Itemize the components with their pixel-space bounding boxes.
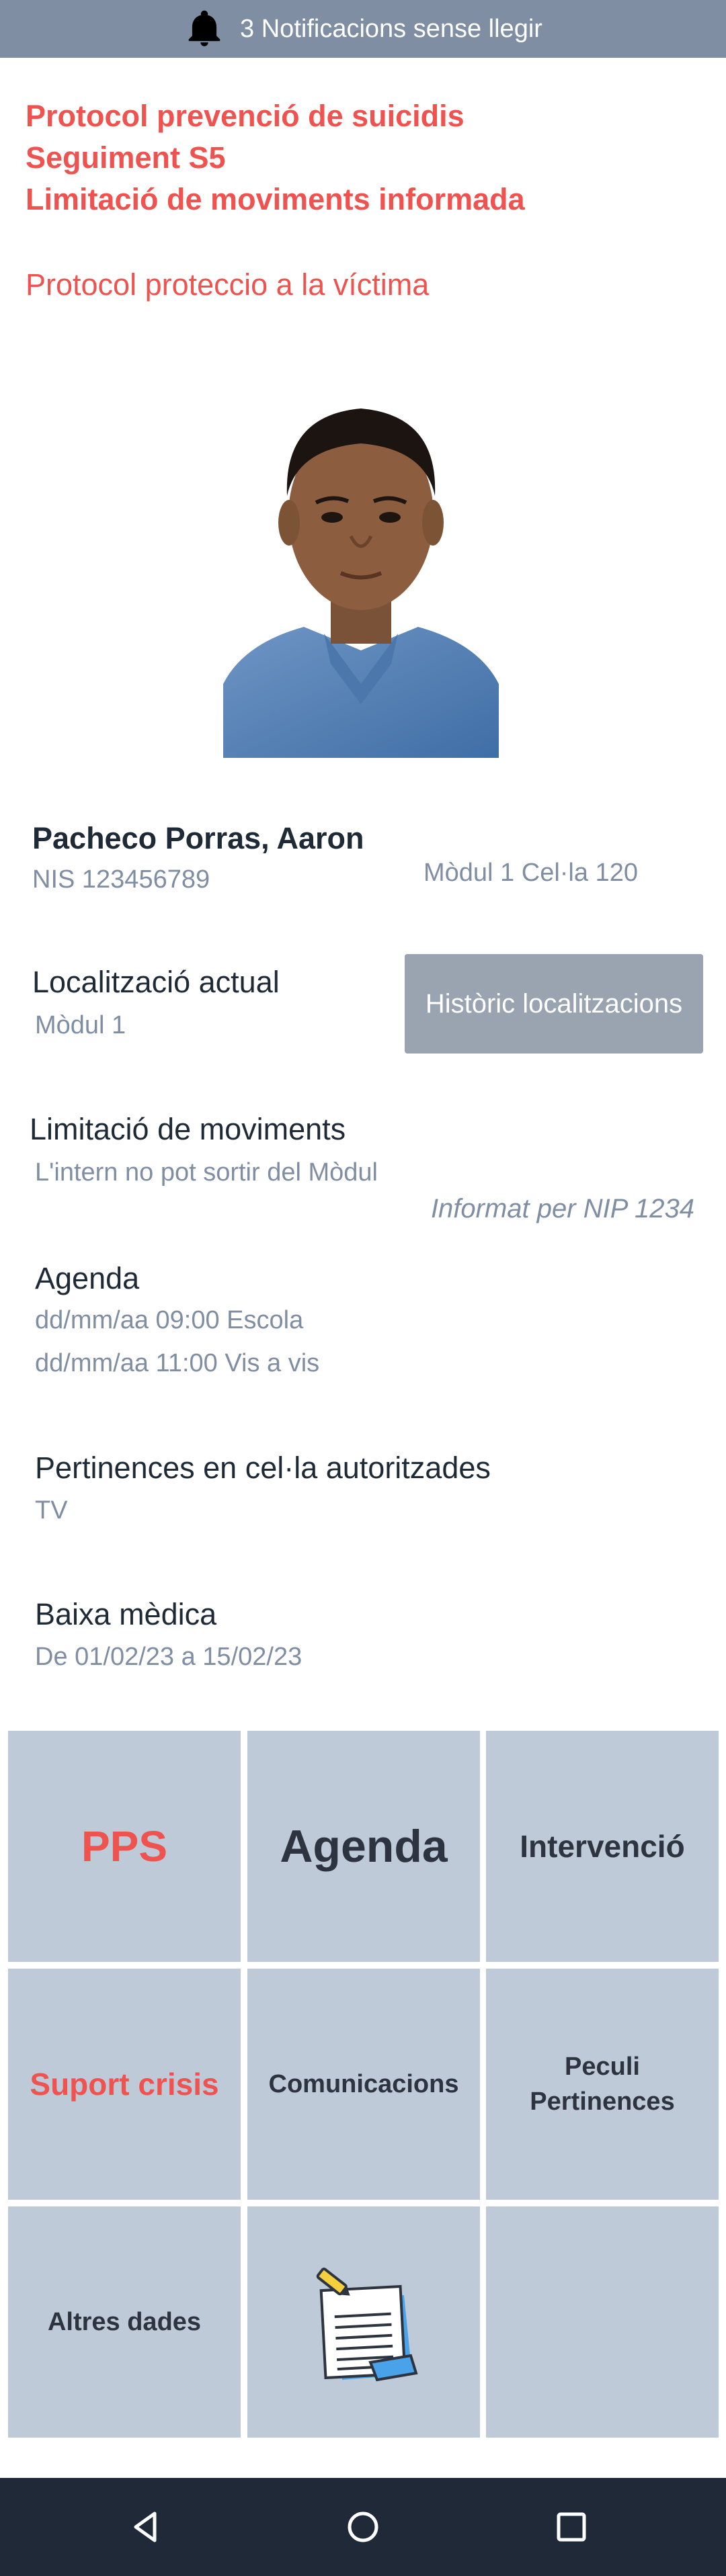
sick-leave-title: Baixa mèdica bbox=[35, 1597, 217, 1631]
tile-pps-label: PPS bbox=[81, 1822, 168, 1871]
belongings-value: TV bbox=[35, 1496, 68, 1525]
alert-movement-limit: Limitació de moviments informada bbox=[26, 182, 525, 216]
belongings-title: Pertinences en cel·la autoritzades bbox=[35, 1451, 491, 1485]
notepad-icon bbox=[316, 2268, 418, 2382]
alert-suicide-protocol: Protocol prevenció de suicidis bbox=[26, 99, 465, 133]
bell-icon bbox=[188, 10, 220, 46]
inmate-cell: Mòdul 1 Cel·la 120 bbox=[424, 859, 638, 887]
location-history-button[interactable]: Històric localitzacions bbox=[405, 954, 703, 1054]
tile-intervencio[interactable]: Intervenció bbox=[486, 1731, 719, 1962]
movement-value: L'intern no pot sortir del Mòdul bbox=[35, 1158, 378, 1187]
tile-altres-dades-label: Altres dades bbox=[47, 2307, 202, 2336]
menu-grid: PPS Agenda Intervenció Suport crisis Com… bbox=[8, 1731, 726, 2438]
inmate-photo bbox=[223, 368, 499, 758]
tile-agenda-label: Agenda bbox=[280, 1821, 448, 1872]
agenda-title: Agenda bbox=[35, 1261, 140, 1295]
alert-followup-s5: Seguiment S5 bbox=[26, 140, 226, 175]
tile-intervencio-label: Intervenció bbox=[520, 1829, 685, 1864]
inmate-name: Pacheco Porras, Aaron bbox=[32, 821, 364, 855]
tile-suport-crisis-label: Suport crisis bbox=[30, 2067, 219, 2102]
back-icon[interactable] bbox=[125, 2505, 168, 2548]
system-navigation-bar bbox=[0, 2478, 726, 2576]
sick-leave-value: De 01/02/23 a 15/02/23 bbox=[35, 1643, 302, 1671]
alert-list: Protocol prevenció de suicidis Seguiment… bbox=[26, 95, 525, 220]
tile-peculi-pertinences[interactable]: Peculi Pertinences bbox=[486, 1969, 719, 2200]
tile-pertinences-label: Pertinences bbox=[530, 2088, 675, 2116]
tile-altres-dades[interactable]: Altres dades bbox=[8, 2206, 241, 2438]
tile-comunicacions-label: Comunicacions bbox=[268, 2069, 459, 2098]
notification-bar[interactable]: 3 Notificacions sense llegir bbox=[0, 0, 726, 58]
inmate-nis: NIS 123456789 bbox=[32, 865, 210, 894]
location-value: Mòdul 1 bbox=[35, 1011, 126, 1039]
recents-icon[interactable] bbox=[550, 2505, 593, 2548]
movement-title: Limitació de moviments bbox=[30, 1112, 346, 1146]
home-icon[interactable] bbox=[341, 2505, 385, 2548]
movement-informed-by: Informat per NIP 1234 bbox=[430, 1194, 694, 1223]
tile-pps[interactable]: PPS bbox=[8, 1731, 241, 1962]
location-title: Localització actual bbox=[32, 965, 280, 999]
tile-agenda[interactable]: Agenda bbox=[247, 1731, 480, 1962]
tile-comunicacions[interactable]: Comunicacions bbox=[247, 1969, 480, 2200]
agenda-item: dd/mm/aa 09:00 Escola bbox=[35, 1306, 304, 1334]
tile-peculi-label: Peculi bbox=[565, 2053, 640, 2081]
alert-victim-protocol: Protocol proteccio a la víctima bbox=[26, 267, 430, 302]
tile-suport-crisis[interactable]: Suport crisis bbox=[8, 1969, 241, 2200]
tile-empty bbox=[486, 2206, 719, 2438]
agenda-item: dd/mm/aa 11:00 Vis a vis bbox=[35, 1349, 320, 1377]
tile-notes[interactable] bbox=[247, 2206, 480, 2438]
notification-text: 3 Notificacions sense llegir bbox=[240, 14, 542, 43]
